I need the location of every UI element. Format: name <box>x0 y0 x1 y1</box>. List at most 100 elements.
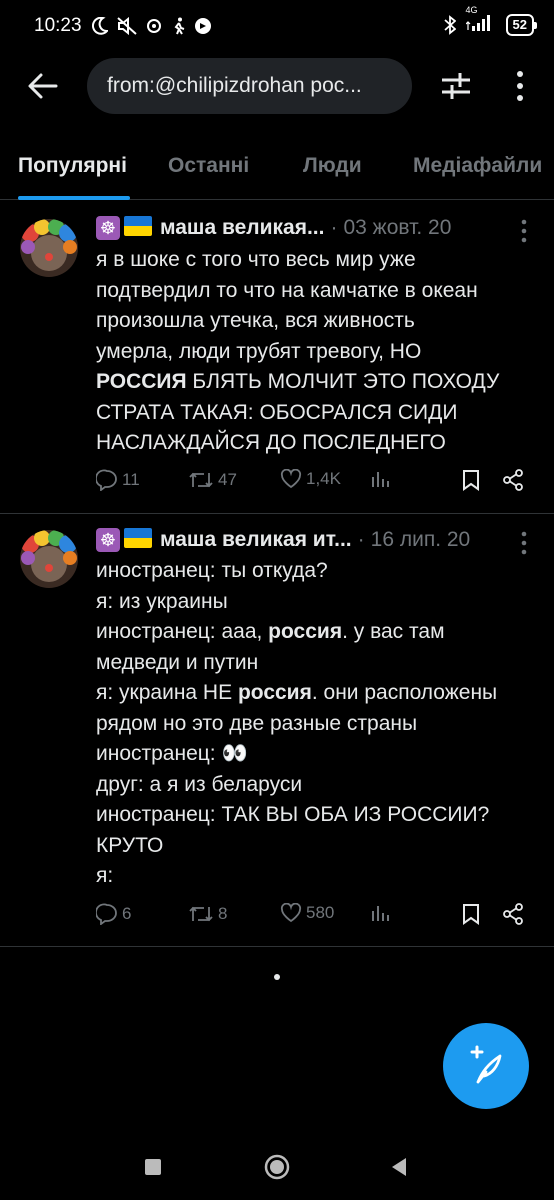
tab-people[interactable]: Люди <box>303 154 362 178</box>
cellular-signal: 4G <box>465 5 496 37</box>
tab-latest[interactable]: Останні <box>168 154 249 178</box>
reply-count: 6 <box>122 904 132 923</box>
reply-button[interactable]: 11 <box>96 469 140 491</box>
bookmark-icon <box>463 470 479 491</box>
tweet[interactable]: ☸ маша великая ит... · 16 лип. 20 иностр… <box>0 514 554 947</box>
compose-button[interactable] <box>443 1023 529 1109</box>
tweet-date[interactable]: 16 лип. 20 <box>371 528 471 552</box>
author-name[interactable]: маша великая ит... <box>160 528 352 552</box>
battery-level: 52 <box>512 16 527 32</box>
tweet-header: ☸ маша великая ит... · 16 лип. 20 <box>96 528 470 552</box>
bookmark-button[interactable] <box>462 469 480 491</box>
signal-icon <box>465 15 490 31</box>
retweet-icon <box>189 472 213 488</box>
tweet-header: ☸ маша великая... · 03 жовт. 20 <box>96 216 451 240</box>
back-triangle-icon[interactable] <box>390 1157 408 1177</box>
tweet-text-line: РОССИЯ БЛЯТЬ МОЛЧИТ ЭТО ПОХОДУ <box>96 370 500 393</box>
status-notification-icons <box>91 17 212 35</box>
heart-icon <box>280 469 302 489</box>
retweet-button[interactable]: 8 <box>188 903 227 925</box>
arrow-left-icon[interactable] <box>26 70 60 102</box>
retweet-button[interactable]: 47 <box>188 469 237 491</box>
search-query: from:@chilipizdrohan рос... <box>107 74 362 97</box>
like-count: 1,4K <box>306 469 341 488</box>
sliders-icon[interactable] <box>440 70 472 102</box>
moon-icon <box>91 17 108 35</box>
name-emoji-badges: ☸ <box>96 528 152 552</box>
network-type: 4G <box>465 5 478 15</box>
tweet-text-line: я: <box>96 864 114 887</box>
clown-avatar-image <box>20 219 78 277</box>
search-header: from:@chilipizdrohan рос... <box>0 56 554 116</box>
tweet-text: иностранец: ты откуда? я: из украины иност… <box>96 556 536 892</box>
more-vertical-icon[interactable] <box>514 217 534 245</box>
name-emoji-badges: ☸ <box>96 216 152 240</box>
search-input[interactable]: from:@chilipizdrohan рос... <box>87 58 412 114</box>
tweet-text-line: НАСЛАЖДАЙСЯ ДО ПОСЛЕДНЕГО <box>96 431 446 454</box>
separator-dot: · <box>357 528 365 551</box>
share-icon <box>503 469 523 491</box>
reply-count: 11 <box>122 470 140 489</box>
views-button[interactable] <box>370 903 390 923</box>
tweet-text-line: КРУТО <box>96 833 164 857</box>
like-button[interactable]: 580 <box>280 903 334 923</box>
assistant-icon <box>146 19 161 33</box>
tweet-text: я в шоке с того что весь мир уже подтверд… <box>96 245 536 459</box>
share-button[interactable] <box>502 469 524 491</box>
tweet-text-line: произошла утечка, вся живность <box>96 309 415 332</box>
tweet-text-line: друг: а я из беларуси <box>96 772 303 796</box>
reply-icon <box>96 469 117 491</box>
home-icon[interactable] <box>264 1154 290 1180</box>
like-count: 580 <box>306 903 335 922</box>
clown-avatar-image <box>20 530 78 588</box>
status-bar: 10:23 4G 52 <box>0 0 554 52</box>
recent-apps-icon[interactable] <box>144 1158 162 1176</box>
heart-icon <box>280 903 302 923</box>
reply-button[interactable]: 6 <box>96 903 131 925</box>
status-time: 10:23 <box>34 15 82 36</box>
highlighted-match: РОССИЯ <box>96 370 187 393</box>
tweet-text-line: рядом но это две разные страны <box>96 711 418 735</box>
avatar[interactable] <box>20 219 78 277</box>
tweet-actions: 6 8 580 <box>96 903 536 933</box>
tweet-text-line: подтвердил то что на камчатке в океан <box>96 278 478 302</box>
share-button[interactable] <box>502 903 524 925</box>
author-name[interactable]: маша великая... <box>160 216 324 240</box>
bookmark-icon <box>463 904 479 925</box>
dharma-wheel-icon: ☸ <box>96 528 120 552</box>
more-vertical-icon[interactable] <box>514 529 534 557</box>
highlighted-match: россия <box>237 681 312 704</box>
tab-popular[interactable]: Популярні <box>18 154 127 178</box>
more-vertical-icon[interactable] <box>508 68 532 104</box>
views-button[interactable] <box>370 469 390 489</box>
reply-icon <box>96 903 117 925</box>
compose-icon <box>470 1045 502 1084</box>
ukraine-flag-icon <box>124 216 152 236</box>
tweet-text-line: иностранец: 👀 <box>96 742 248 765</box>
walking-icon <box>174 17 184 35</box>
avatar[interactable] <box>20 530 78 588</box>
tweet[interactable]: ☸ маша великая... · 03 жовт. 20 я в шоке… <box>0 201 554 514</box>
retweet-icon <box>189 906 213 922</box>
search-tabs: Популярні Останні Люди Медіафайли <box>0 140 554 200</box>
loading-indicator <box>274 974 280 980</box>
bookmark-button[interactable] <box>462 903 480 925</box>
bluetooth-icon <box>443 14 456 35</box>
ukraine-flag-icon <box>124 528 152 548</box>
system-navigation-bar <box>0 1130 554 1200</box>
highlighted-match: россия <box>268 620 343 643</box>
active-tab-indicator <box>18 196 130 200</box>
status-system-icons: 4G 52 <box>443 5 538 37</box>
tweet-text-line: иностранец: ааа, россия. у вас там <box>96 620 445 643</box>
muted-icon <box>116 17 137 35</box>
tweet-date[interactable]: 03 жовт. 20 <box>343 216 451 240</box>
tweet-text-line: СТРАТА ТАКАЯ: ОБОСРАЛСЯ СИДИ <box>96 400 458 424</box>
separator-dot: · <box>330 216 338 239</box>
tab-media[interactable]: Медіафайли <box>413 154 542 178</box>
tweet-text-line: медведи и путин <box>96 650 259 674</box>
like-button[interactable]: 1,4K <box>280 469 341 489</box>
tweet-text-line: я в шоке с того что весь мир уже <box>96 248 416 271</box>
tweet-text-line: иностранец: ТАК ВЫ ОБА ИЗ РОССИИ? <box>96 803 490 826</box>
tweet-text-line: умерла, люди трубят тревогу, НО <box>96 339 422 363</box>
battery-indicator: 52 <box>505 13 538 36</box>
